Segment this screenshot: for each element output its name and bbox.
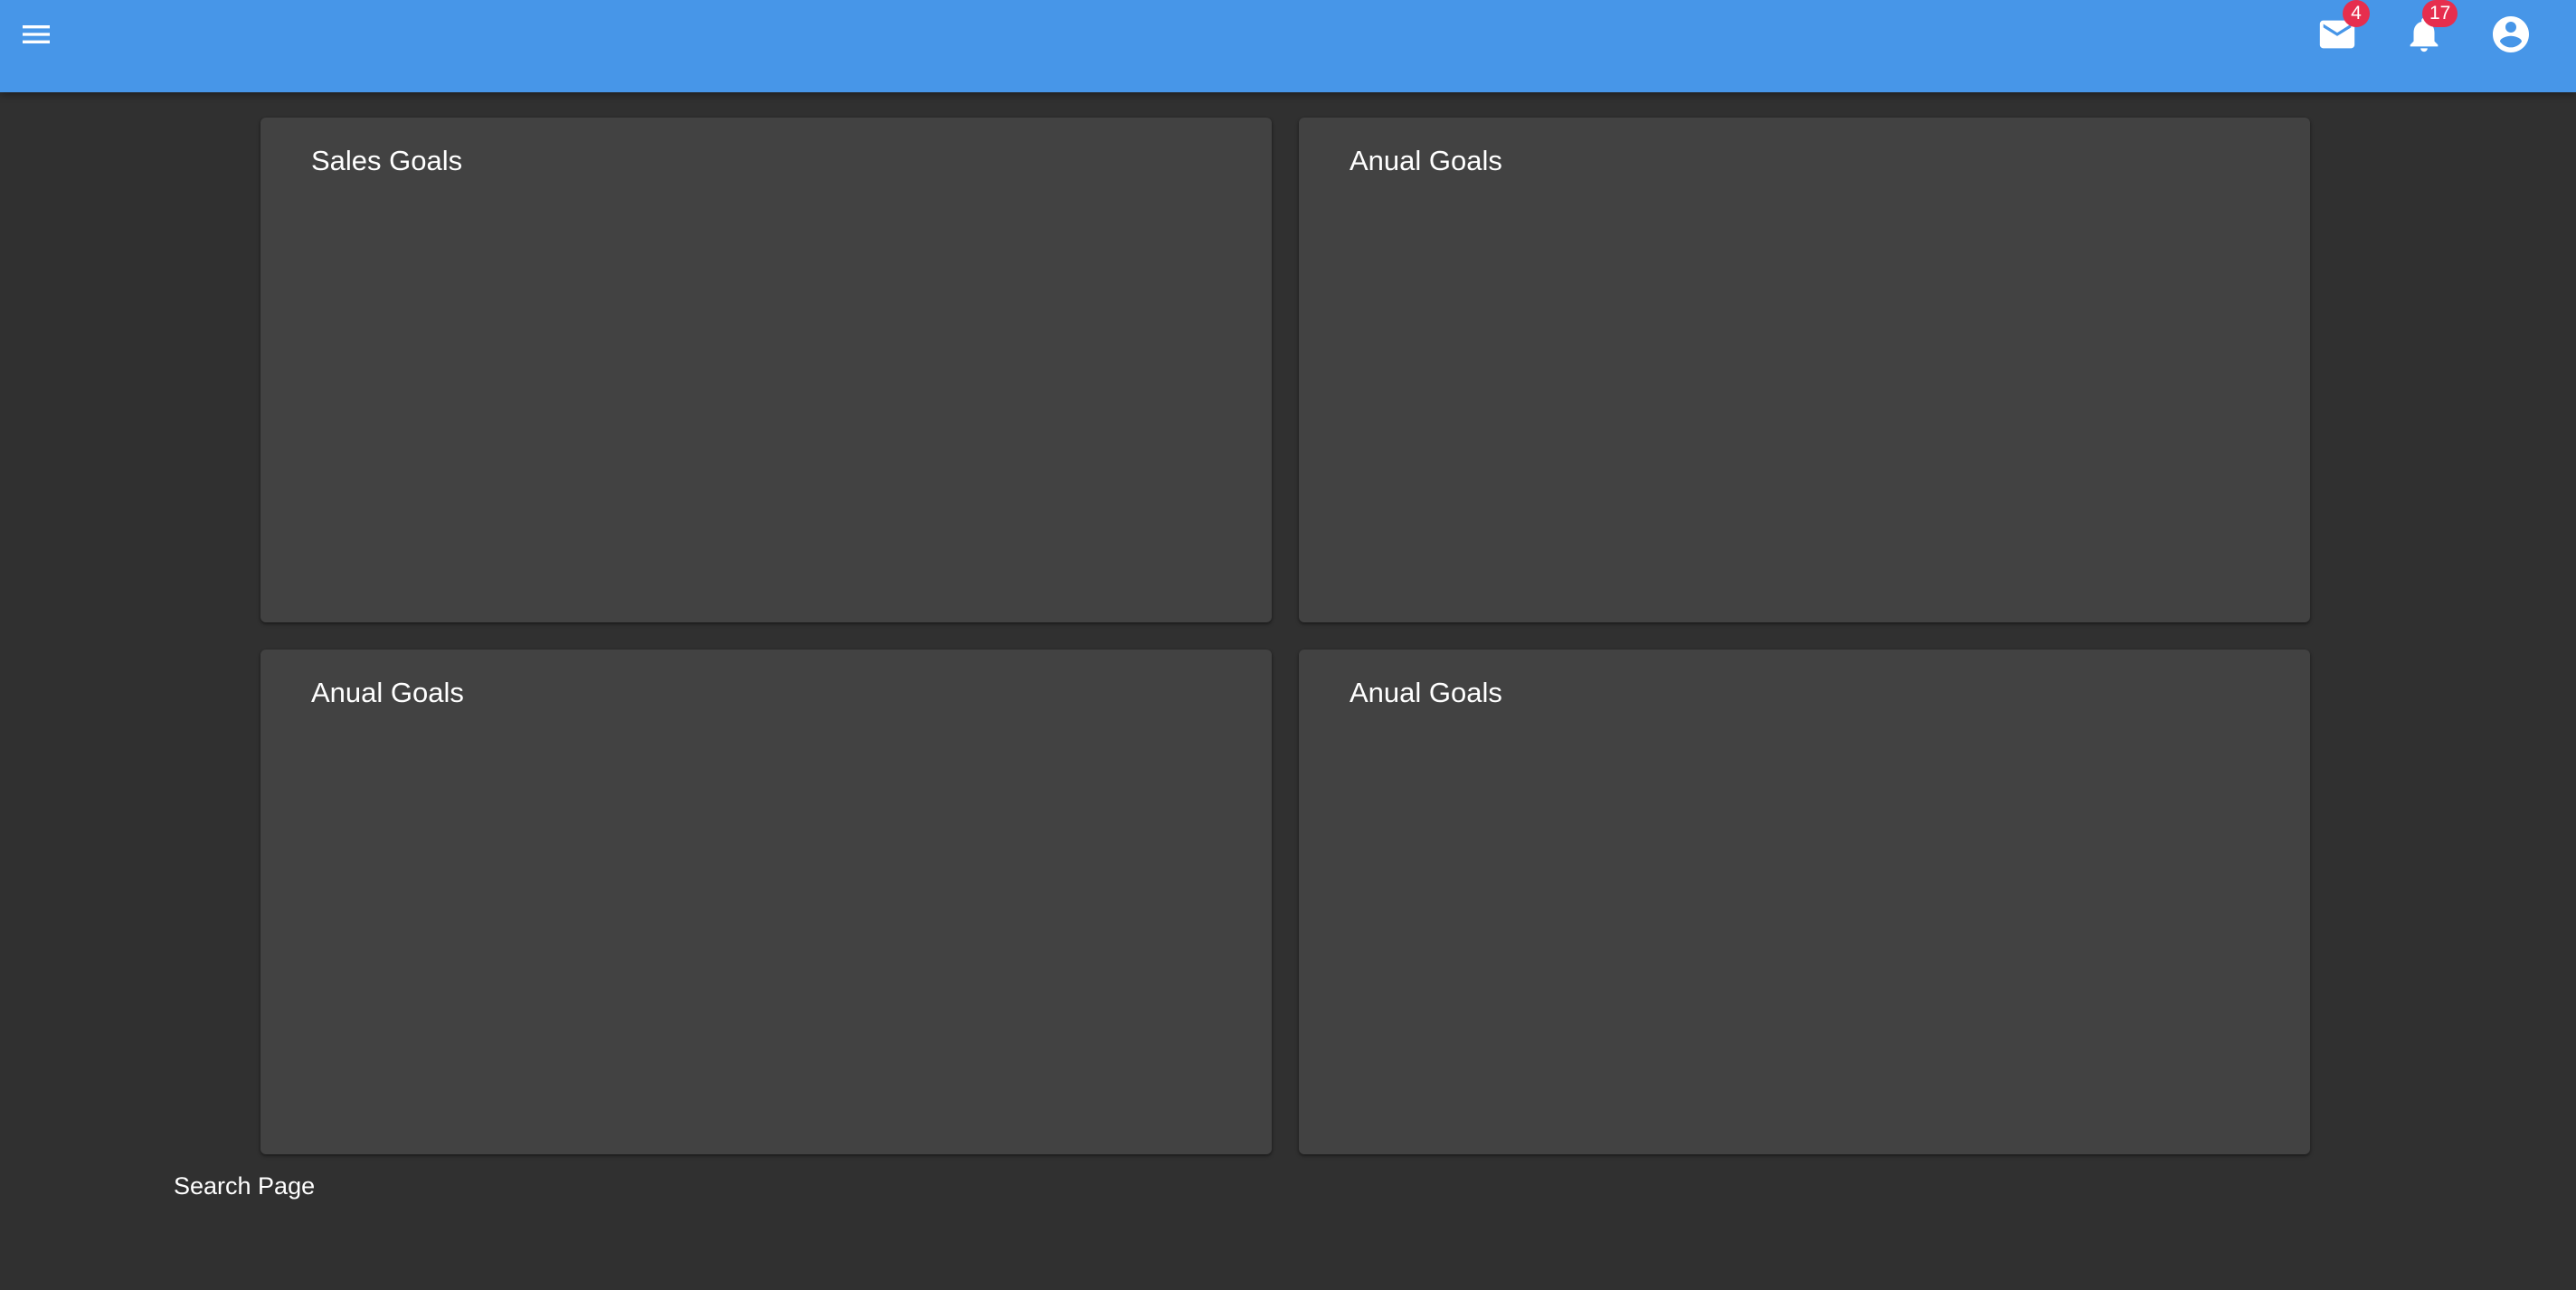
menu-icon	[23, 25, 50, 43]
app-bar: 4 17	[0, 0, 2576, 92]
notifications-button[interactable]: 17	[2395, 0, 2458, 63]
card-title: Sales Goals	[311, 145, 463, 176]
card-title: Anual Goals	[1350, 677, 1502, 708]
dashboard-content: Sales Goals Anual Goals Anual Goals Anua…	[0, 92, 2576, 1290]
card-title: Anual Goals	[1350, 145, 1502, 176]
account-button[interactable]	[2482, 5, 2540, 63]
mail-badge: 4	[2343, 0, 2370, 27]
annual-goals-card: Anual Goals	[260, 650, 1272, 1154]
mail-button[interactable]: 4	[2308, 0, 2370, 63]
search-page-label: Search Page	[174, 1172, 316, 1200]
notifications-badge: 17	[2422, 0, 2458, 27]
sales-goals-card: Sales Goals	[260, 118, 1272, 622]
account-circle-icon	[2493, 16, 2529, 52]
card-title: Anual Goals	[311, 677, 464, 708]
annual-goals-card: Anual Goals	[1299, 650, 2310, 1154]
annual-goals-card: Anual Goals	[1299, 118, 2310, 622]
menu-button[interactable]	[11, 11, 62, 58]
